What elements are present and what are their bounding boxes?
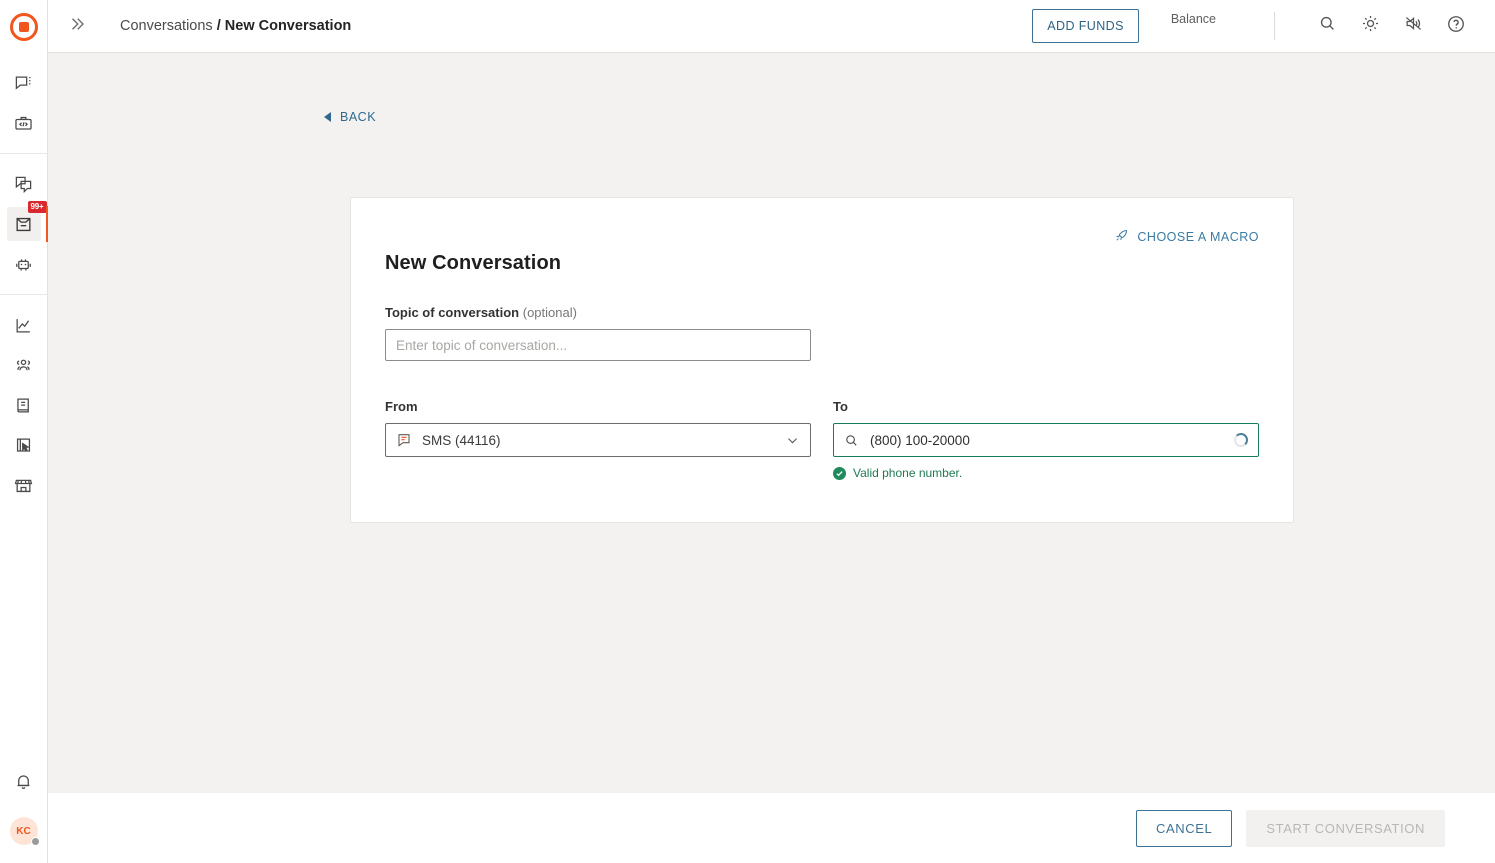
topbar-help-button[interactable] xyxy=(1439,9,1473,43)
inbox-unread-badge: 99+ xyxy=(27,201,47,213)
notifications-button[interactable] xyxy=(7,764,41,798)
page-title: New Conversation xyxy=(385,252,562,274)
topic-field-label: Topic of conversation (optional) xyxy=(385,305,1259,320)
back-button[interactable]: BACK xyxy=(324,110,376,124)
to-search-box[interactable] xyxy=(833,423,1259,457)
sidebar-item-library[interactable] xyxy=(7,388,41,422)
spinner-icon xyxy=(1234,433,1248,447)
topbar: Conversations / New Conversation ADD FUN… xyxy=(48,0,1495,53)
macro-row: CHOOSE A MACRO xyxy=(385,228,1259,246)
to-validation-message: Valid phone number. xyxy=(833,466,1259,480)
robot-icon xyxy=(14,255,33,274)
avatar-status-dot xyxy=(30,837,40,846)
topbar-search-button[interactable] xyxy=(1310,9,1344,43)
app-logo[interactable] xyxy=(9,12,38,41)
topic-label-text: Topic of conversation xyxy=(385,305,520,320)
choose-a-macro-label: CHOOSE A MACRO xyxy=(1137,230,1259,244)
sidebar-group-2: 99+ xyxy=(0,154,49,295)
analytics-chart-icon xyxy=(14,316,33,335)
app-root: 99+ KC Conversations / New Conversation … xyxy=(0,0,1495,863)
back-button-label: BACK xyxy=(340,110,377,124)
logo-container xyxy=(0,0,48,53)
new-conversation-card: CHOOSE A MACRO New Conversation Topic of… xyxy=(350,197,1294,523)
content-area: BACK CHOOSE A MACRO New Conversation Top… xyxy=(48,53,1495,793)
sidebar-item-contacts[interactable] xyxy=(7,348,41,382)
help-circle-icon xyxy=(1446,14,1466,39)
sidebar-bottom: KC xyxy=(7,761,41,863)
sidebar-group-3 xyxy=(0,295,48,515)
to-column: To (800) 100-20000 Valid phone number. xyxy=(833,361,1259,480)
book-icon xyxy=(14,396,33,415)
sidebar-item-analytics[interactable] xyxy=(7,308,41,342)
briefcase-code-icon xyxy=(14,114,33,133)
topbar-sound-button[interactable] xyxy=(1396,9,1430,43)
footer-action-bar: CANCEL START CONVERSATION xyxy=(48,793,1495,863)
breadcrumb-current: New Conversation xyxy=(224,18,352,34)
balance-label: Balance xyxy=(1170,12,1216,26)
topic-optional-text: (optional) xyxy=(522,305,577,320)
to-label: To xyxy=(833,399,848,414)
check-circle-icon xyxy=(833,466,846,480)
sidebar-item-campaigns[interactable] xyxy=(7,428,41,462)
sidebar-group-1 xyxy=(0,53,48,154)
breadcrumb: Conversations / New Conversation xyxy=(120,18,351,34)
brightness-sun-icon xyxy=(1361,14,1380,38)
search-icon xyxy=(1318,14,1337,38)
inbox-icon xyxy=(14,215,33,234)
choose-a-macro-button[interactable]: CHOOSE A MACRO xyxy=(1114,228,1259,246)
sidebar-item-marketplace[interactable] xyxy=(7,468,41,502)
left-sidebar: 99+ KC xyxy=(0,0,49,863)
start-conversation-button[interactable]: START CONVERSATION xyxy=(1246,809,1445,847)
breadcrumb-separator: / xyxy=(216,18,221,34)
speaker-mute-icon xyxy=(1404,14,1423,38)
sidebar-item-developers[interactable] xyxy=(7,106,41,140)
topic-input[interactable] xyxy=(385,329,811,361)
rocket-icon xyxy=(1114,228,1129,246)
breadcrumb-parent[interactable]: Conversations xyxy=(120,18,213,34)
avatar-initials: KC xyxy=(16,825,31,837)
to-validation-text: Valid phone number. xyxy=(853,466,963,480)
from-label: From xyxy=(385,399,418,414)
conversations-icon xyxy=(14,175,33,194)
from-selected-value: SMS (44116) xyxy=(422,432,501,448)
contacts-people-icon xyxy=(14,356,33,375)
to-input[interactable] xyxy=(868,431,1234,449)
sidebar-item-conversations[interactable] xyxy=(7,167,41,201)
sidebar-item-bots[interactable] xyxy=(7,247,41,281)
cancel-button[interactable]: CANCEL xyxy=(1136,809,1233,847)
topbar-theme-button[interactable] xyxy=(1353,9,1387,43)
back-row: BACK xyxy=(48,53,1495,127)
avatar[interactable]: KC xyxy=(9,817,40,846)
from-select[interactable]: SMS (44116) xyxy=(385,423,811,457)
chevron-down-icon xyxy=(785,433,800,448)
triangle-left-icon xyxy=(324,112,331,122)
add-funds-button[interactable]: ADD FUNDS xyxy=(1032,9,1139,43)
chat-dots-icon xyxy=(14,74,33,93)
from-to-row: From SMS (44116) To (800) 100-20000 Vali… xyxy=(385,361,1259,480)
search-icon xyxy=(844,433,859,448)
topbar-divider xyxy=(1274,12,1275,40)
sidebar-item-messages[interactable] xyxy=(7,66,41,100)
sidebar-expand-button[interactable] xyxy=(62,11,92,41)
main-area: Conversations / New Conversation ADD FUN… xyxy=(48,0,1495,863)
sms-bubble-icon xyxy=(396,432,412,448)
bell-icon xyxy=(14,772,33,791)
click-cursor-icon xyxy=(14,436,33,455)
storefront-icon xyxy=(14,476,33,495)
sidebar-item-inbox[interactable]: 99+ xyxy=(6,201,49,242)
from-column: From SMS (44116) xyxy=(385,361,811,480)
chevron-double-right-icon xyxy=(68,15,86,38)
